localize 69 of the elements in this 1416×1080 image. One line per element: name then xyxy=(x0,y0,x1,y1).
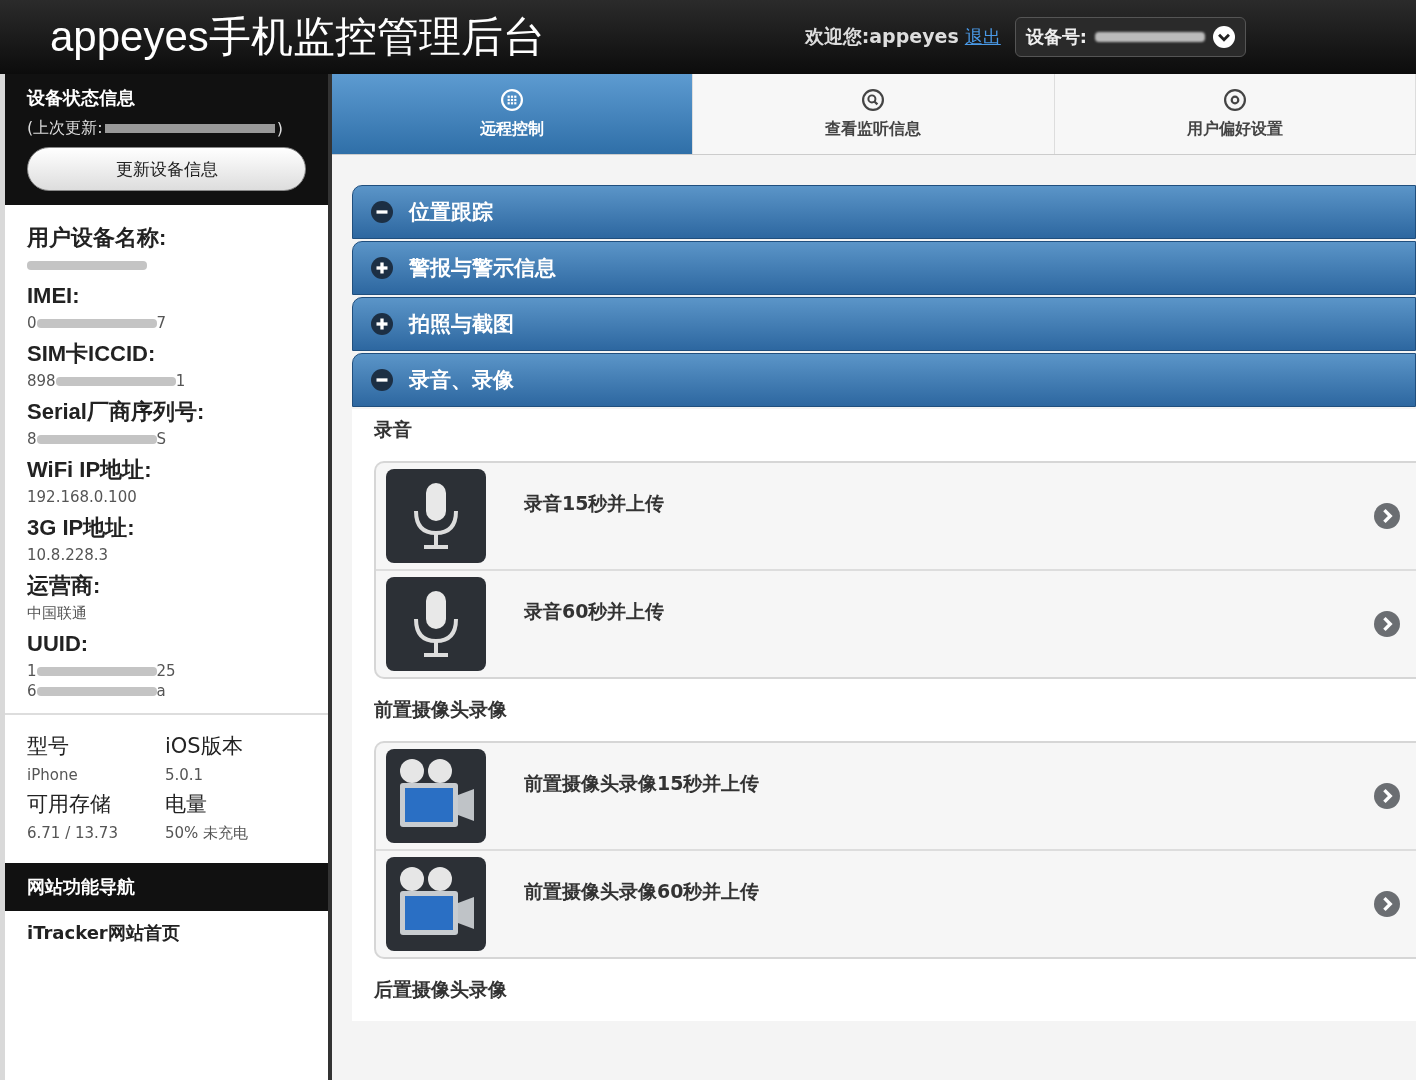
field-label: Serial厂商序列号: xyxy=(27,398,206,426)
spec-value: iPhone xyxy=(27,765,79,786)
field-value: 6 xyxy=(27,682,37,700)
field-value: 0 xyxy=(27,314,37,332)
spec-label: 可用存储 xyxy=(27,791,112,818)
site-title: appeyes手机监控管理后台 xyxy=(50,12,545,62)
action-item[interactable]: 前置摄像头录像15秒并上传 xyxy=(376,743,1416,851)
chevron-right-icon xyxy=(1374,891,1400,917)
movie-camera-icon xyxy=(384,857,488,951)
minus-icon xyxy=(371,201,393,223)
welcome-text: 欢迎您:appeyes xyxy=(804,24,959,49)
spec-label: 型号 xyxy=(27,733,70,760)
logout-link[interactable]: 退出 xyxy=(964,25,1001,49)
movie-camera-icon xyxy=(384,749,488,843)
field-value: a xyxy=(156,682,166,700)
spec-value: 6.71 / 13.73 xyxy=(27,823,119,844)
action-item[interactable]: 录音60秒并上传 xyxy=(376,571,1416,677)
tab[interactable]: 查看监听信息 xyxy=(693,74,1055,154)
field-value: 中国联通 xyxy=(27,604,87,622)
chevron-down-icon xyxy=(1213,26,1235,48)
field-value: 1 xyxy=(27,662,37,680)
field-value: 10.8.228.3 xyxy=(27,546,109,564)
settings-icon xyxy=(1223,88,1246,111)
microphone-icon xyxy=(384,577,488,671)
field-label: SIM卡ICCID: xyxy=(27,340,157,368)
tab[interactable]: 远程控制 xyxy=(332,74,694,154)
microphone-icon xyxy=(384,469,488,563)
spec-value: 50% 未充电 xyxy=(165,823,250,844)
field-label: WiFi IP地址: xyxy=(27,456,153,484)
field-value: 8 xyxy=(27,430,37,448)
field-value: S xyxy=(156,430,167,448)
section-header[interactable]: 拍照与截图 xyxy=(352,297,1416,351)
field-value: 192.168.0.100 xyxy=(27,488,137,506)
nav-item[interactable]: iTracker网站首页 xyxy=(5,911,328,955)
group-title: 前置摄像头录像 xyxy=(374,697,508,722)
tab[interactable]: 用户偏好设置 xyxy=(1054,74,1416,154)
field-label: IMEI: xyxy=(27,282,81,310)
plus-icon xyxy=(371,257,393,279)
field-value: 7 xyxy=(156,314,167,332)
minus-icon xyxy=(371,369,393,391)
device-select[interactable]: 设备号: xyxy=(1014,17,1246,57)
spec-value: 5.0.1 xyxy=(165,765,205,786)
field-value: 25 xyxy=(156,662,176,680)
status-title: 设备状态信息 xyxy=(27,86,136,110)
grid-icon xyxy=(501,88,524,111)
chevron-right-icon xyxy=(1374,611,1400,637)
update-device-button[interactable]: 更新设备信息 xyxy=(27,147,306,191)
group-title: 录音 xyxy=(374,417,413,442)
last-update-label: (上次更新: xyxy=(27,118,103,139)
spec-label: iOS版本 xyxy=(165,733,244,760)
chevron-right-icon xyxy=(1374,783,1400,809)
action-item[interactable]: 录音15秒并上传 xyxy=(376,463,1416,571)
section-header[interactable]: 录音、录像 xyxy=(352,353,1416,407)
field-value: 1 xyxy=(175,372,186,390)
section-header[interactable]: 警报与警示信息 xyxy=(352,241,1416,295)
spec-label: 电量 xyxy=(165,791,208,818)
group-title: 后置摄像头录像 xyxy=(374,977,508,1002)
nav-title: 网站功能导航 xyxy=(5,863,328,911)
field-label: 3G IP地址: xyxy=(27,514,136,542)
search-icon xyxy=(862,88,885,111)
last-update-end: ) xyxy=(276,119,283,138)
field-value: 898 xyxy=(27,372,56,390)
chevron-right-icon xyxy=(1374,503,1400,529)
action-item[interactable]: 前置摄像头录像60秒并上传 xyxy=(376,851,1416,957)
field-label: 运营商: xyxy=(27,572,102,600)
field-label: UUID: xyxy=(27,630,90,658)
plus-icon xyxy=(371,313,393,335)
section-header[interactable]: 位置跟踪 xyxy=(352,185,1416,239)
field-label: 用户设备名称: xyxy=(27,224,168,252)
